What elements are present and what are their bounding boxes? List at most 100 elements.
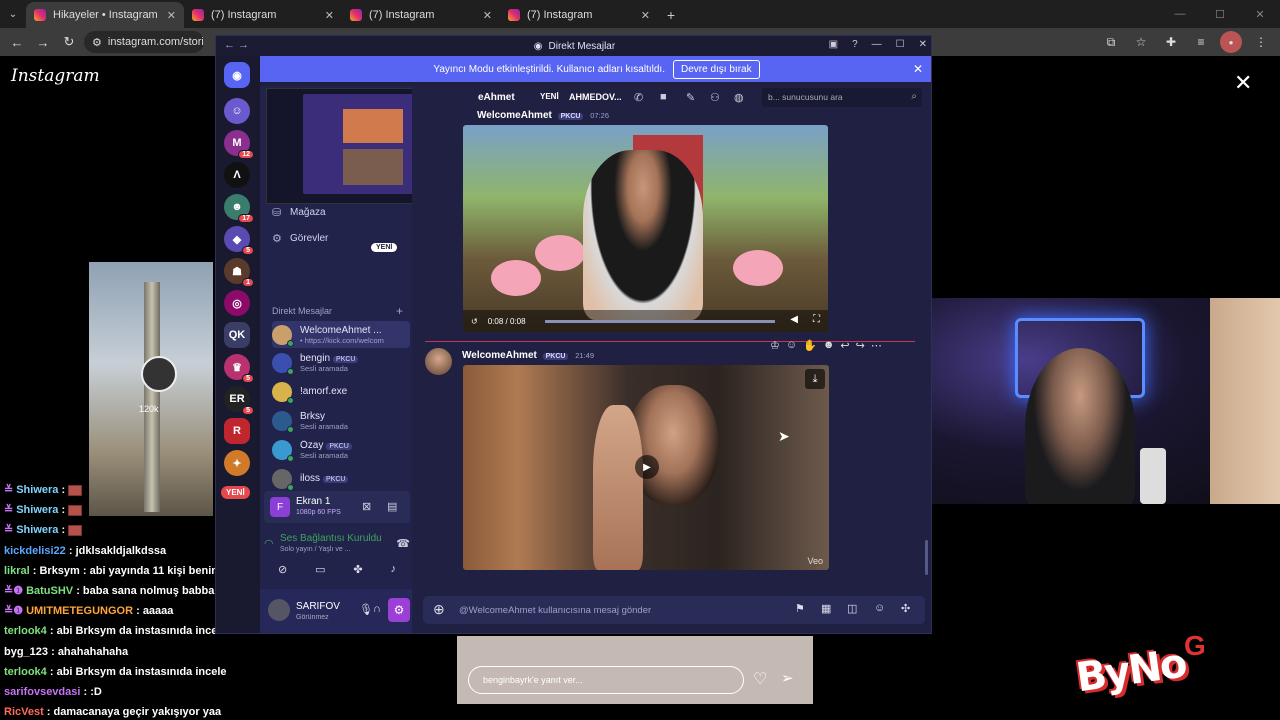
video-progress[interactable] — [545, 320, 775, 323]
add-friend-icon[interactable]: ⚇ — [710, 91, 720, 104]
instagram-logo[interactable]: Instagram — [11, 66, 100, 86]
server-icon[interactable]: ◆ 5 — [224, 226, 254, 255]
attach-plus-icon[interactable]: ⊕ — [433, 601, 445, 618]
dm-item[interactable]: iloss PKCU — [272, 465, 410, 492]
screen-share-icon[interactable]: ▭ — [315, 563, 325, 576]
close-tab-icon[interactable]: ✕ — [167, 9, 176, 22]
gift-icon[interactable]: ⚑ — [795, 602, 805, 615]
play-icon[interactable]: ▶ — [635, 455, 659, 479]
disable-streamer-mode-button[interactable]: Devre dışı bırak — [673, 59, 760, 79]
message-author[interactable]: WelcomeAhmet — [477, 110, 552, 121]
back-arrow-icon[interactable]: ← — [6, 31, 28, 53]
server-icon[interactable]: ☻ 17 — [224, 194, 254, 223]
reply-icon[interactable]: ↩ — [840, 339, 849, 352]
new-dm-plus-icon[interactable]: + — [396, 304, 403, 318]
disconnect-icon[interactable]: ☎ — [396, 537, 410, 550]
forward-icon[interactable]: ↪ — [856, 339, 865, 352]
sticker-icon[interactable]: ◫ — [847, 602, 857, 615]
send-icon[interactable]: ➢ — [781, 669, 794, 687]
tab-instagram-4[interactable]: (7) Instagram ✕ — [500, 2, 658, 28]
gif-icon[interactable]: ▦ — [821, 602, 831, 615]
more-dots-icon[interactable]: ⋯ — [871, 339, 882, 352]
activities-icon[interactable]: ✤ — [353, 563, 362, 576]
signal-icon[interactable]: ◠ — [264, 537, 274, 550]
server-icon[interactable]: ER 5 — [224, 386, 254, 415]
search-input[interactable]: b... sunucusunu ara ⌕ — [762, 88, 922, 107]
server-icon[interactable]: ◎ — [224, 290, 250, 316]
avatar[interactable] — [268, 599, 290, 621]
site-info-icon[interactable]: ⚙ — [92, 36, 102, 49]
emoji-icon[interactable]: ☺ — [874, 602, 885, 614]
close-window-icon[interactable]: ✕ — [1240, 0, 1280, 28]
help-icon[interactable]: ? — [852, 39, 858, 50]
home-discord-icon[interactable]: ◉ — [224, 62, 250, 88]
avatar[interactable] — [425, 348, 452, 375]
profile-avatar[interactable]: ● — [1220, 31, 1242, 53]
nav-arrows-icon[interactable]: ← → — [224, 39, 249, 51]
reaction-crown-icon[interactable]: ♔ — [770, 339, 780, 352]
soundboard-icon[interactable]: ♪ — [391, 563, 397, 576]
maximize-icon[interactable]: ☐ — [896, 39, 905, 50]
bookmark-star-icon[interactable]: ☆ — [1130, 31, 1152, 53]
volume-icon[interactable]: ◀ — [790, 314, 798, 325]
maximize-icon[interactable]: ☐ — [1200, 0, 1240, 28]
tab-instagram-2[interactable]: (7) Instagram ✕ — [184, 2, 342, 28]
cast-icon[interactable]: ⧉ — [1100, 31, 1122, 53]
story-reply-input[interactable]: benginbayrk'e yanıt ver... — [468, 666, 744, 694]
screen-share-card[interactable]: F Ekran 1 1080p 60 FPS ⊠ ▤ — [264, 491, 410, 523]
reaction-smile-icon[interactable]: ☺ — [786, 339, 797, 352]
stream-settings-icon[interactable]: ▤ — [387, 500, 397, 513]
close-banner-icon[interactable]: ✕ — [913, 62, 923, 76]
forward-arrow-icon[interactable]: → — [32, 31, 54, 53]
dm-item[interactable]: bengin PKCU Sesli aramada — [272, 349, 410, 376]
camera-off-icon[interactable]: ⊘ — [278, 563, 287, 576]
sidebar-item-store[interactable]: ⛁ Mağaza — [272, 206, 326, 219]
server-icon[interactable]: ☺ — [224, 98, 250, 124]
headphones-icon[interactable]: ∩ — [373, 603, 381, 615]
close-tab-icon[interactable]: ✕ — [641, 9, 650, 22]
sidebar-item-quests[interactable]: ⚙ Görevler — [272, 232, 328, 245]
server-icon[interactable]: ☗ 1 — [224, 258, 254, 287]
new-tab-button[interactable]: + — [658, 2, 684, 28]
reaction-hand-icon[interactable]: ✋ — [803, 339, 817, 352]
stop-stream-icon[interactable]: ⊠ — [362, 500, 371, 513]
reading-list-icon[interactable]: ≡ — [1190, 31, 1212, 53]
message-input[interactable] — [459, 602, 779, 618]
profile-icon[interactable]: ◍ — [734, 91, 744, 104]
heart-icon[interactable]: ♡ — [753, 669, 767, 689]
scrollbar[interactable] — [925, 540, 928, 575]
gear-icon[interactable]: ⚙ — [388, 598, 410, 622]
inbox-icon[interactable]: ▣ — [829, 39, 838, 50]
extensions-icon[interactable]: ✚ — [1160, 31, 1182, 53]
server-icon[interactable]: ✦ — [224, 450, 250, 476]
fullscreen-icon[interactable]: ⛶ — [813, 314, 820, 325]
close-tab-icon[interactable]: ✕ — [325, 9, 334, 22]
reload-icon[interactable]: ↻ — [58, 31, 80, 53]
dm-item[interactable]: Özay PKCU Sesli aramada — [272, 436, 410, 463]
message-author[interactable]: WelcomeAhmet — [462, 350, 537, 361]
dm-item[interactable]: Brksy Sesli aramada — [272, 407, 410, 434]
video-attachment[interactable]: ↺ 0:08 / 0:08 ◀ ⛶ — [463, 125, 828, 332]
menu-dots-icon[interactable]: ⋮ — [1250, 31, 1272, 53]
tab-instagram-3[interactable]: (7) Instagram ✕ — [342, 2, 500, 28]
server-icon[interactable]: M 12 — [224, 130, 254, 159]
voice-channel[interactable]: Solo yayın / Yaşlı ve ... — [280, 546, 351, 553]
close-tab-icon[interactable]: ✕ — [483, 9, 492, 22]
apps-icon[interactable]: ✣ — [901, 602, 910, 615]
server-icon[interactable]: ♛ 5 — [224, 354, 254, 383]
video-call-icon[interactable]: ■ — [660, 91, 667, 103]
video-attachment[interactable]: ▶ ⤓ Veo — [463, 365, 829, 570]
close-icon[interactable]: ✕ — [919, 39, 927, 50]
dm-item[interactable]: WelcomeAhmet ... • https://kick.com/welco… — [272, 321, 410, 348]
mic-icon[interactable]: 🎙 — [359, 603, 373, 616]
minimize-icon[interactable]: — — [872, 39, 882, 50]
server-icon[interactable]: QK — [224, 322, 250, 348]
replay-icon[interactable]: ↺ — [471, 317, 478, 326]
previous-story-thumbnail[interactable]: 120k — [89, 262, 213, 516]
phone-icon[interactable]: ✆ — [634, 91, 643, 104]
pin-icon[interactable]: ✎ — [686, 91, 695, 104]
minimize-icon[interactable]: — — [1160, 0, 1200, 28]
address-bar[interactable]: ⚙ instagram.com/stories/hig — [84, 31, 204, 53]
server-icon[interactable]: Λ — [224, 162, 250, 188]
close-story-icon[interactable]: ✕ — [1234, 70, 1252, 96]
